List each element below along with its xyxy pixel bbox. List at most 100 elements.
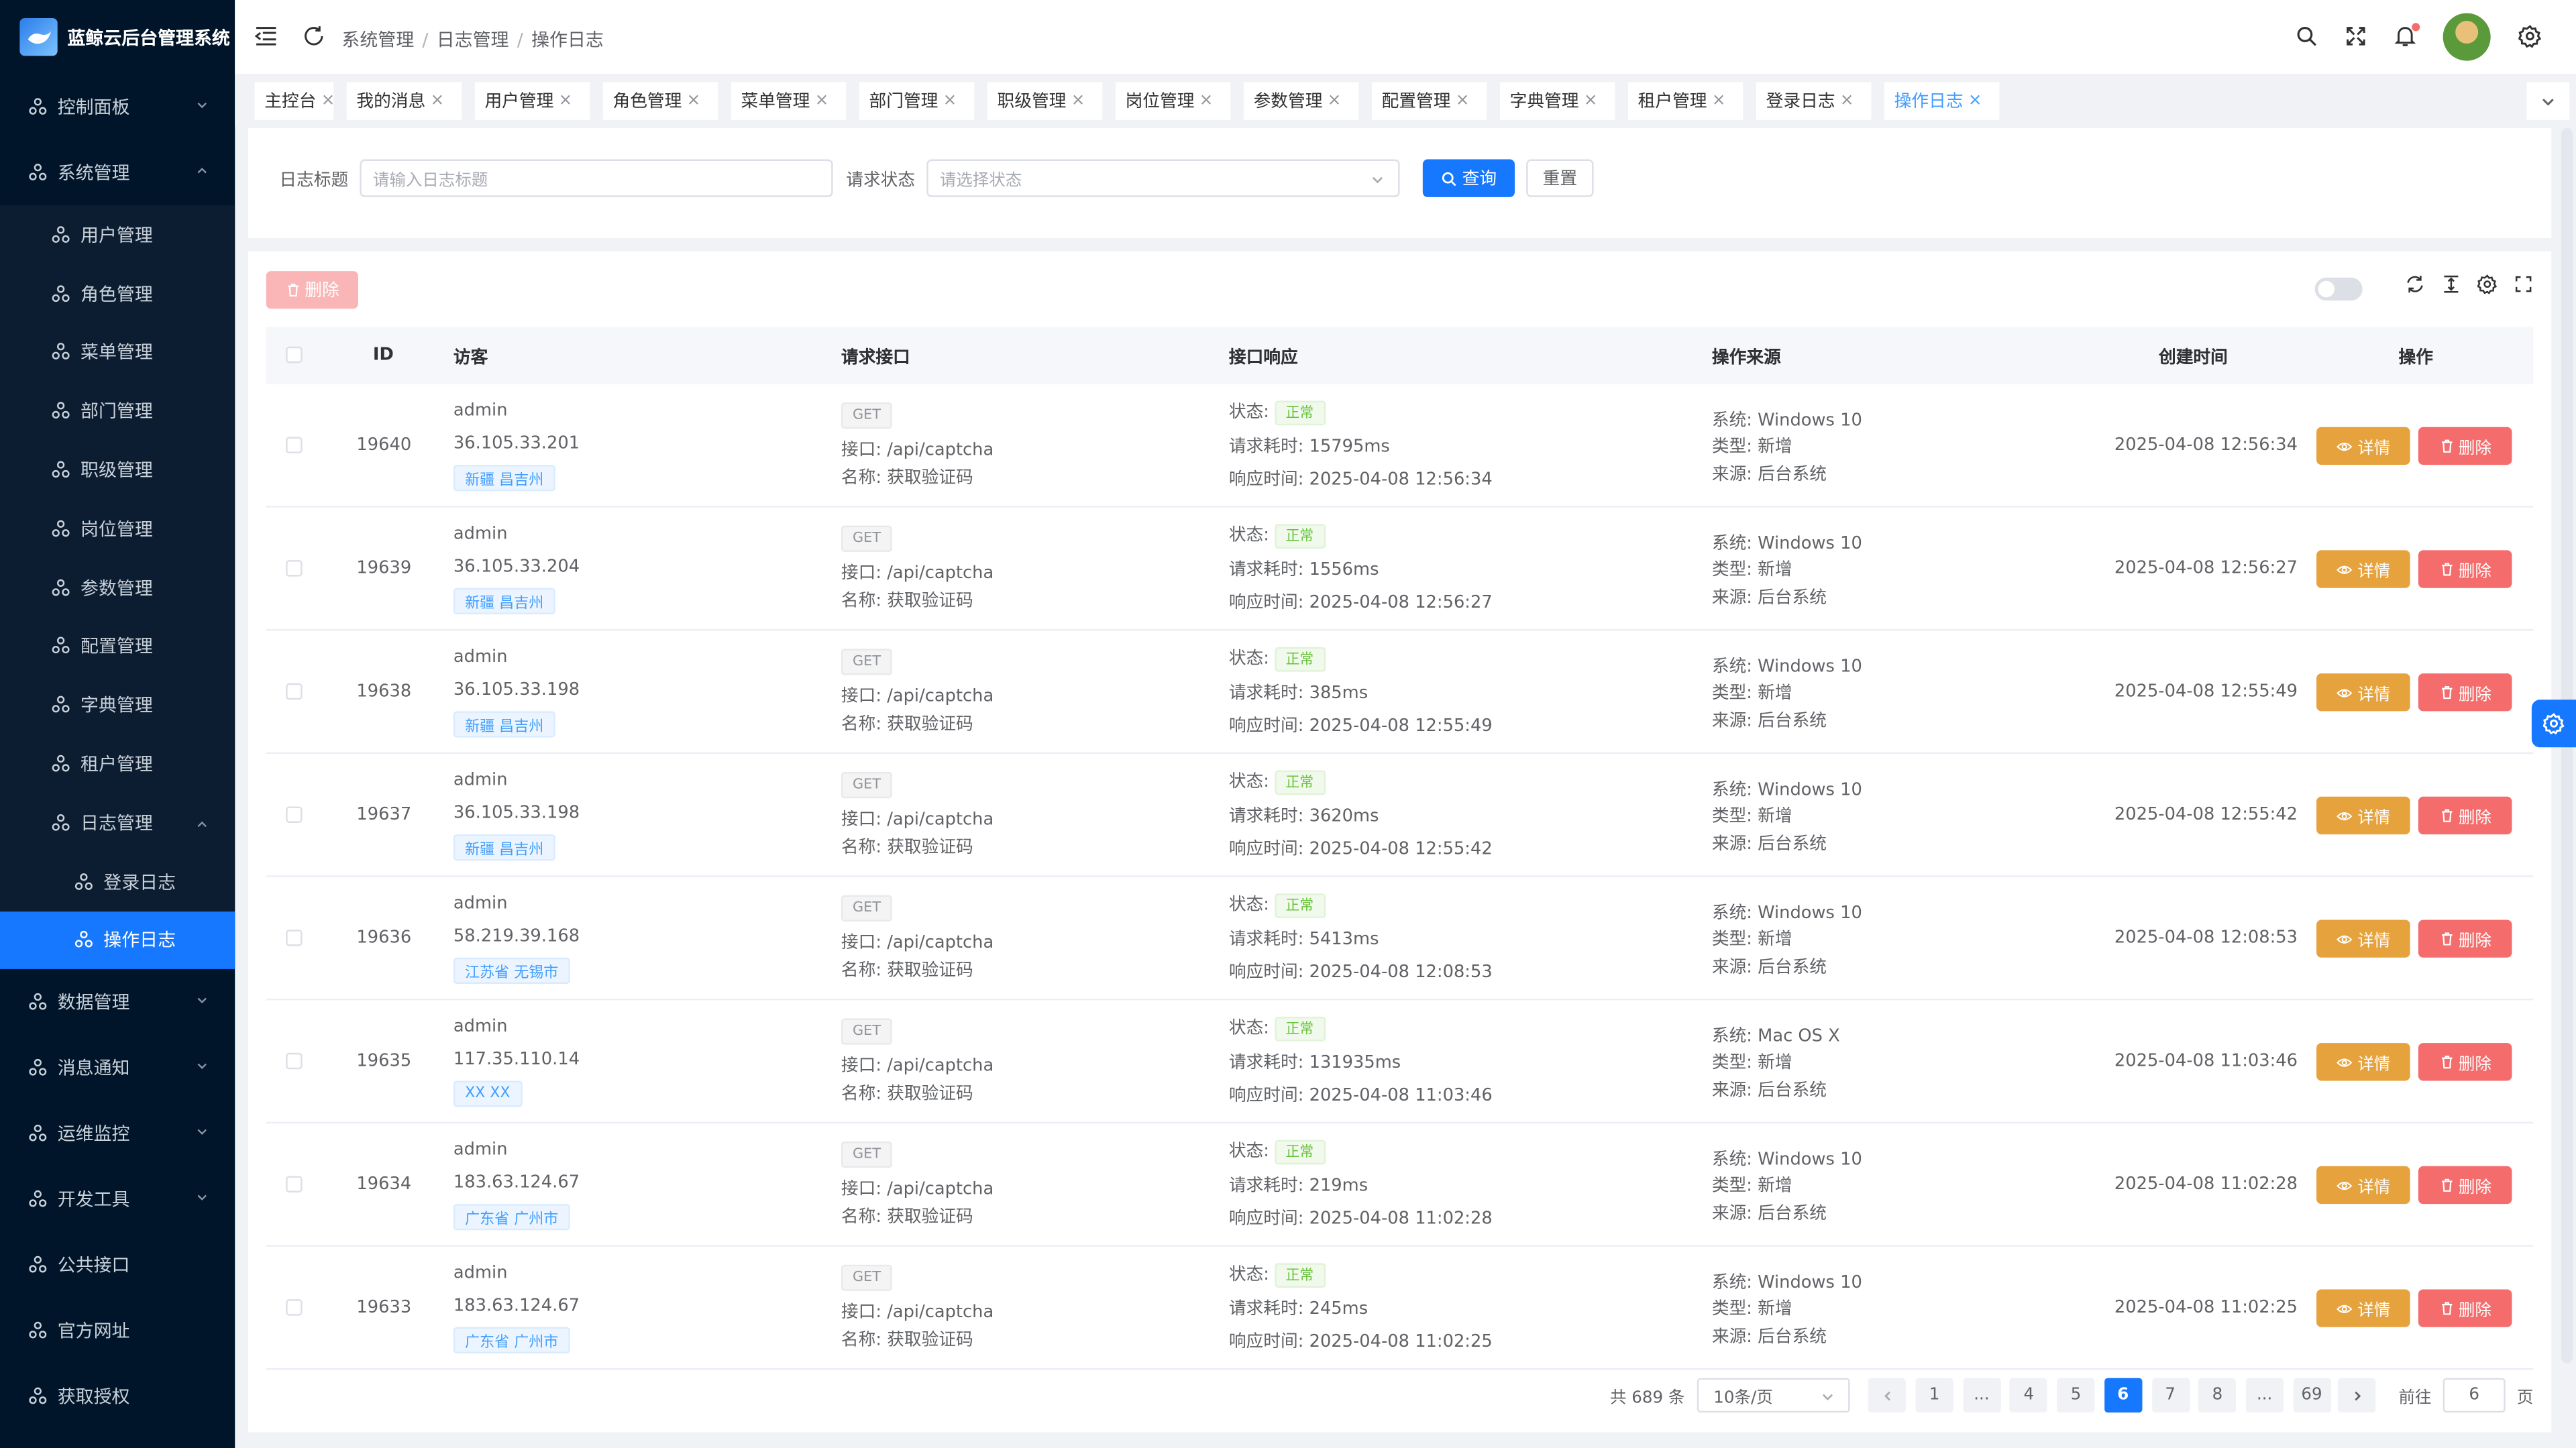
sidebar-item[interactable]: 数据管理: [0, 970, 235, 1036]
sidebar-item[interactable]: 租户管理: [0, 734, 235, 793]
sidebar-item[interactable]: 职级管理: [0, 441, 235, 500]
row-checkbox[interactable]: [286, 930, 303, 946]
sidebar-item[interactable]: 控制面板: [0, 74, 235, 140]
delete-button[interactable]: 删除: [2418, 1166, 2512, 1205]
close-icon[interactable]: ×: [1328, 92, 1342, 110]
sidebar-item[interactable]: 菜单管理: [0, 323, 235, 382]
delete-button[interactable]: 删除: [2418, 550, 2512, 588]
tab[interactable]: 参数管理 ×: [1243, 82, 1359, 120]
row-checkbox[interactable]: [286, 437, 303, 453]
sidebar-item[interactable]: 岗位管理: [0, 499, 235, 558]
row-checkbox[interactable]: [286, 560, 303, 577]
sidebar-item[interactable]: 官方网址: [0, 1298, 235, 1364]
close-icon[interactable]: ×: [943, 92, 957, 110]
close-icon[interactable]: ×: [815, 92, 829, 110]
sidebar-item[interactable]: 运维监控: [0, 1101, 235, 1167]
sidebar-item[interactable]: 部门管理: [0, 382, 235, 441]
batch-delete-button[interactable]: 删除: [266, 271, 358, 309]
delete-button[interactable]: 删除: [2418, 1043, 2512, 1081]
page-number[interactable]: 1: [1915, 1378, 1953, 1413]
tab[interactable]: 岗位管理 ×: [1115, 82, 1231, 120]
close-icon[interactable]: ×: [1584, 92, 1598, 110]
theme-settings-button[interactable]: [2531, 700, 2576, 748]
row-checkbox[interactable]: [286, 1176, 303, 1192]
detail-button[interactable]: 详情: [2316, 1166, 2410, 1205]
sidebar-item[interactable]: 角色管理: [0, 264, 235, 323]
tab[interactable]: 用户管理 ×: [474, 82, 590, 120]
close-icon[interactable]: ×: [1456, 92, 1470, 110]
close-icon[interactable]: ×: [321, 92, 335, 110]
detail-button[interactable]: 详情: [2316, 1043, 2410, 1081]
tab[interactable]: 部门管理 ×: [859, 82, 975, 120]
sidebar-item[interactable]: 公共接口: [0, 1233, 235, 1298]
page-ellipsis[interactable]: ...: [1962, 1378, 2001, 1413]
sidebar-item[interactable]: 字典管理: [0, 675, 235, 734]
sidebar-item[interactable]: 配置管理: [0, 617, 235, 676]
collapse-menu-icon[interactable]: [254, 25, 278, 48]
column-header[interactable]: 创建时间: [2159, 345, 2228, 370]
sidebar-item[interactable]: 参数管理: [0, 558, 235, 617]
delete-button[interactable]: 删除: [2418, 1289, 2512, 1327]
column-height-icon[interactable]: [2441, 274, 2461, 294]
page-number[interactable]: 8: [2198, 1378, 2237, 1413]
close-icon[interactable]: ×: [1968, 92, 1982, 110]
breadcrumb-item[interactable]: 系统管理: [341, 30, 414, 51]
page-size-select[interactable]: 10条/页: [1697, 1378, 1850, 1413]
tab[interactable]: 字典管理 ×: [1499, 82, 1615, 120]
row-checkbox[interactable]: [286, 806, 303, 823]
status-select[interactable]: 请选择状态: [926, 159, 1400, 197]
search-icon[interactable]: [2295, 25, 2318, 48]
column-header[interactable]: ID: [373, 345, 394, 364]
close-icon[interactable]: ×: [1840, 92, 1854, 110]
row-checkbox[interactable]: [286, 1052, 303, 1070]
detail-button[interactable]: 详情: [2316, 1289, 2410, 1327]
detail-button[interactable]: 详情: [2316, 796, 2410, 835]
tab[interactable]: 职级管理 ×: [987, 82, 1103, 120]
next-page-button[interactable]: [2337, 1378, 2376, 1413]
tabs-dropdown-button[interactable]: [2526, 82, 2570, 120]
settings-gear-icon[interactable]: [2518, 25, 2542, 48]
row-checkbox[interactable]: [286, 1299, 303, 1316]
close-icon[interactable]: ×: [1071, 92, 1085, 110]
tab[interactable]: 配置管理 ×: [1371, 82, 1487, 120]
page-number[interactable]: 5: [2057, 1378, 2095, 1413]
page-number[interactable]: 69: [2292, 1378, 2331, 1413]
sidebar-item[interactable]: 消息通知: [0, 1036, 235, 1101]
reset-button[interactable]: 重置: [1526, 159, 1594, 197]
tab[interactable]: 主控台 ×: [254, 82, 335, 120]
row-checkbox[interactable]: [286, 683, 303, 700]
tab[interactable]: 操作日志 ×: [1884, 82, 2000, 120]
sidebar-item[interactable]: 日志管理: [0, 793, 235, 852]
refresh-icon[interactable]: [2405, 274, 2424, 294]
avatar[interactable]: [2443, 13, 2491, 61]
tab[interactable]: 菜单管理 ×: [731, 82, 847, 120]
goto-page-input[interactable]: 6: [2443, 1378, 2506, 1413]
sidebar-item[interactable]: 操作日志: [0, 911, 235, 970]
close-icon[interactable]: ×: [687, 92, 701, 110]
delete-button[interactable]: 删除: [2418, 427, 2512, 465]
column-settings-icon[interactable]: [2477, 274, 2498, 294]
sidebar-item[interactable]: 开发工具: [0, 1167, 235, 1233]
page-ellipsis[interactable]: ...: [2245, 1378, 2284, 1413]
prev-page-button[interactable]: [1868, 1378, 1906, 1413]
tab[interactable]: 我的消息 ×: [346, 82, 462, 120]
tab[interactable]: 角色管理 ×: [602, 82, 718, 120]
close-icon[interactable]: ×: [559, 92, 573, 110]
page-number[interactable]: 4: [2010, 1378, 2048, 1413]
delete-button[interactable]: 删除: [2418, 673, 2512, 712]
fullscreen-icon[interactable]: [2345, 25, 2367, 48]
breadcrumb-item[interactable]: 日志管理: [437, 30, 509, 51]
tab[interactable]: 登录日志 ×: [1756, 82, 1872, 120]
tab[interactable]: 租户管理 ×: [1627, 82, 1743, 120]
sidebar-item[interactable]: 登录日志: [0, 852, 235, 911]
page-number[interactable]: 7: [2151, 1378, 2190, 1413]
log-title-input[interactable]: 请输入日志标题: [360, 159, 833, 197]
detail-button[interactable]: 详情: [2316, 673, 2410, 712]
sidebar-item[interactable]: 获取授权: [0, 1364, 235, 1430]
close-icon[interactable]: ×: [431, 92, 445, 110]
page-number[interactable]: 6: [2104, 1378, 2142, 1413]
logo[interactable]: 蓝鲸云后台管理系统: [0, 0, 235, 74]
sidebar-item[interactable]: 用户管理: [0, 205, 235, 264]
refresh-icon[interactable]: [303, 25, 325, 48]
table-fullscreen-icon[interactable]: [2514, 274, 2533, 294]
